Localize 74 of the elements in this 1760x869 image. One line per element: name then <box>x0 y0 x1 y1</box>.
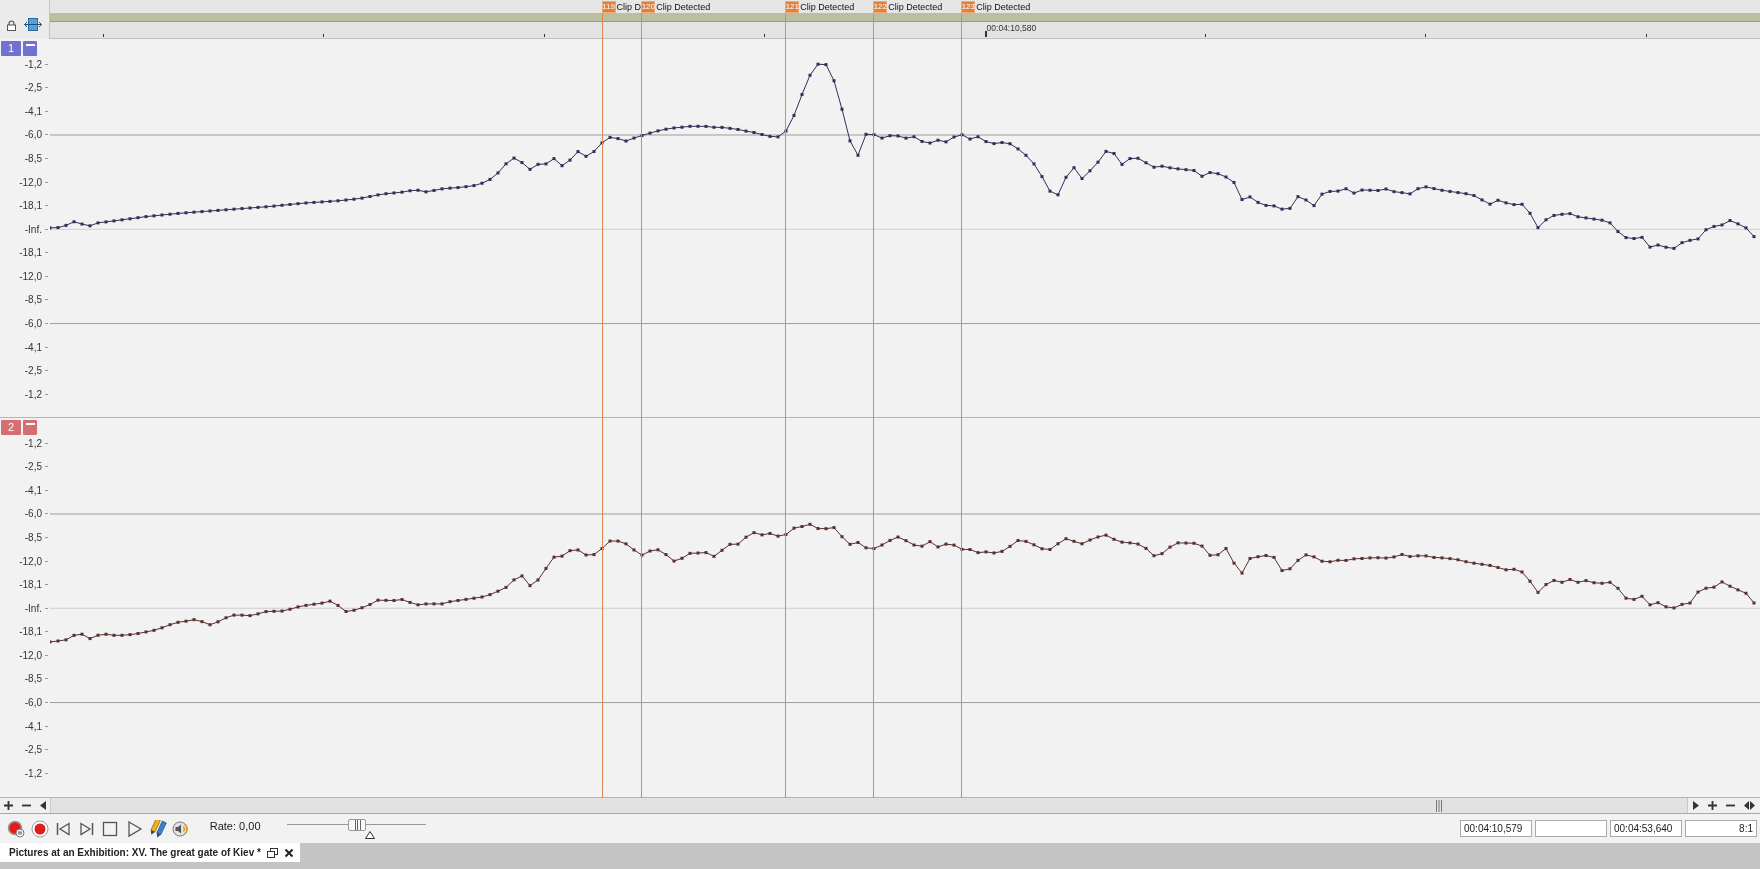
axis-label: -8,5 <box>24 294 42 306</box>
minus-icon <box>25 422 35 425</box>
rate-label: Rate: 0,00 <box>209 820 261 832</box>
marker-number[interactable]: 120 <box>641 0 656 13</box>
restore-icon[interactable] <box>266 847 278 858</box>
axis-label: -4,1 <box>24 720 42 732</box>
collapse-button[interactable] <box>23 40 37 56</box>
axis-label: -1,2 <box>24 767 42 779</box>
axis-label: -8,5 <box>24 153 42 165</box>
pencils-icon[interactable] <box>148 819 167 838</box>
marker-label: Clip Detected <box>888 1 943 12</box>
axis-label: -4,1 <box>24 341 42 353</box>
left-right-arrow-icon[interactable] <box>1744 801 1756 810</box>
document-tab[interactable]: Pictures at an Exhibition: XV. The great gate of Kiev * <box>0 843 300 862</box>
triangle-marker-icon <box>365 830 376 839</box>
close-icon[interactable] <box>283 847 294 858</box>
marker-label: Clip Detected <box>656 1 711 12</box>
axis-label: -12,0 <box>19 555 42 567</box>
axis-label: -8,5 <box>24 532 42 544</box>
axis-label: -4,1 <box>24 484 42 496</box>
right-arrow-icon[interactable] <box>1692 801 1699 810</box>
axis-label: -2,5 <box>24 461 42 473</box>
axis-label: -12,0 <box>19 176 42 188</box>
axis-label: -4,1 <box>24 105 42 117</box>
axis-label: -8,5 <box>24 673 42 685</box>
axis-label: -2,5 <box>24 744 42 756</box>
axis-label: -2,5 <box>24 365 42 377</box>
marker-label: Clip Detected <box>976 1 1031 12</box>
axis-label: -18,1 <box>19 247 42 259</box>
channel-number[interactable]: 2 <box>1 419 21 435</box>
axis-label: -12,0 <box>19 270 42 282</box>
record-pause-icon[interactable] <box>7 819 25 838</box>
time-field[interactable] <box>1535 820 1607 837</box>
ratio-field[interactable]: 8:1 <box>1685 820 1757 837</box>
axis-label: -18,1 <box>19 200 42 212</box>
grip-icon[interactable] <box>1435 799 1443 812</box>
axis-label: -1,2 <box>24 58 42 70</box>
plus-icon[interactable] <box>4 801 14 810</box>
playhead-time: 00:04:10,580 <box>986 23 1037 33</box>
axis-label: -Inf. <box>24 602 42 614</box>
axis-label: -18,1 <box>19 626 42 638</box>
collapse-button[interactable] <box>23 419 37 435</box>
plus-icon[interactable] <box>1707 801 1717 810</box>
timeline-ruler[interactable]: 00:04:10,580 <box>50 22 1760 39</box>
axis-label: -12,0 <box>19 649 42 661</box>
lock-icon[interactable] <box>7 20 16 31</box>
left-arrow-icon[interactable] <box>39 801 46 810</box>
speaker-icon[interactable] <box>172 819 191 838</box>
channel-number[interactable]: 1 <box>1 40 21 56</box>
rate-slider[interactable] <box>287 818 427 831</box>
skip-back-icon[interactable] <box>54 819 73 838</box>
marker-number[interactable]: 119 <box>601 0 616 13</box>
slider-thumb[interactable] <box>347 818 366 831</box>
axis-label: -Inf. <box>24 223 42 235</box>
stop-icon[interactable] <box>101 819 120 838</box>
skip-forward-icon[interactable] <box>77 819 96 838</box>
minus-icon <box>25 43 35 46</box>
axis-label: -1,2 <box>24 388 42 400</box>
marker-number[interactable]: 123 <box>961 0 976 13</box>
axis-label: -18,1 <box>19 579 42 591</box>
axis-label: -6,0 <box>24 317 42 329</box>
time-field[interactable]: 00:04:53,640 <box>1610 820 1682 837</box>
marker-number[interactable]: 121 <box>785 0 800 13</box>
record-icon[interactable] <box>30 819 49 838</box>
axis-label: -1,2 <box>24 437 42 449</box>
axis-label: -6,0 <box>24 129 42 141</box>
resize-icon[interactable] <box>24 18 42 31</box>
marker-label: Clip D <box>616 1 642 12</box>
time-field[interactable]: 00:04:10,579 <box>1460 820 1532 837</box>
axis-label: -6,0 <box>24 508 42 520</box>
axis-label: -6,0 <box>24 696 42 708</box>
marker-number[interactable]: 122 <box>873 0 888 13</box>
axis-label: -2,5 <box>24 82 42 94</box>
marker-label: Clip Detected <box>800 1 855 12</box>
